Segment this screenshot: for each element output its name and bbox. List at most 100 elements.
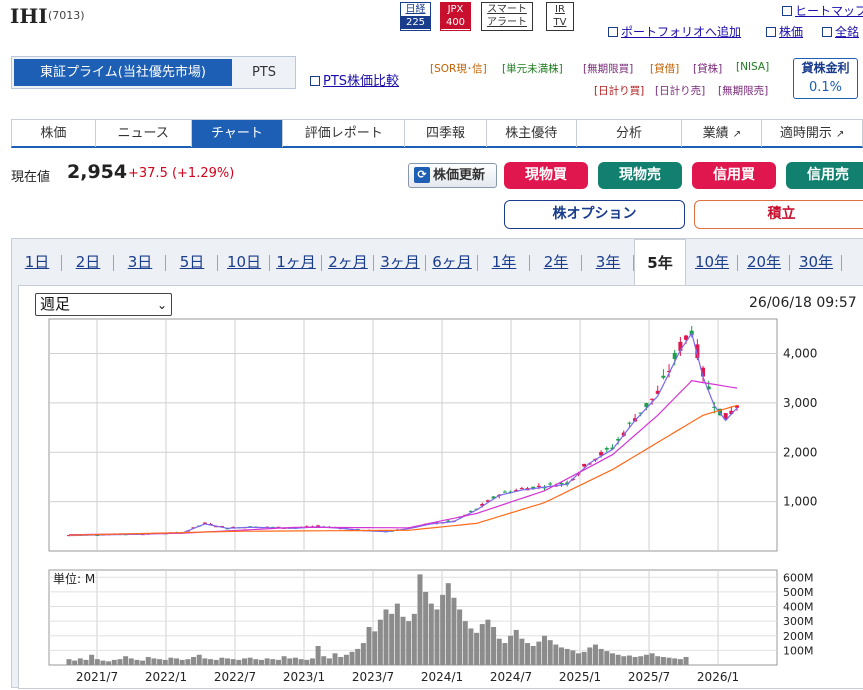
window-icon — [766, 27, 776, 37]
volume-bar — [609, 653, 615, 665]
volume-bar — [530, 646, 536, 665]
volume-bar — [508, 635, 514, 665]
market-tab-prime[interactable]: 東証プライム(当社優先市場) — [14, 59, 232, 86]
badge-nikkei-bottom: 225 — [401, 16, 430, 29]
tsumitate-button[interactable]: 積立 — [694, 200, 863, 229]
market-tab-pts[interactable]: PTS — [234, 59, 294, 86]
margin-buy-button[interactable]: 信用買 — [692, 162, 776, 189]
jpx400-badge[interactable]: JPX 400 — [440, 2, 471, 31]
pts-compare-label: PTS株価比較 — [323, 74, 400, 89]
volume-bar — [666, 657, 672, 665]
refresh-price-button[interactable]: ⟳ 株価更新 — [408, 163, 497, 188]
nav-tab-analysis[interactable]: 分析 — [577, 120, 683, 147]
volume-bar — [638, 656, 644, 665]
volume-bar — [428, 603, 434, 665]
stock-chart: 2021/7 2022/1 2022/7 2023/1 2023/7 2024/1 2024… — [48, 318, 817, 684]
volume-bar — [649, 653, 655, 665]
volume-bar — [383, 609, 389, 665]
period-tab-1[interactable]: 2日 — [62, 239, 114, 283]
lending-rate-value: 0.1% — [808, 80, 843, 95]
nikkei225-badge[interactable]: 日経 225 — [400, 2, 431, 31]
period-tab-12[interactable]: 5年 — [634, 239, 686, 285]
volume-bar — [536, 641, 542, 665]
pts-compare-link[interactable]: PTS株価比較 — [310, 70, 399, 89]
tag-tangen: [単元未満株] — [502, 63, 563, 75]
chart-area: 週足 ⌄ 26/06/18 09:57 2021/7 2022/1 2022/7 202… — [18, 285, 863, 689]
price-change: +37.5 (+1.29%) — [128, 166, 235, 181]
volume-bar — [298, 659, 304, 665]
volume-bar — [247, 657, 253, 665]
volume-bar — [174, 658, 180, 665]
period-tab-0[interactable]: 1日 — [12, 239, 62, 283]
period-tab-2[interactable]: 3日 — [114, 239, 166, 283]
nav-tab-report[interactable]: 評価レポート — [283, 120, 406, 147]
nav-tab-disclosure[interactable]: 適時開示 ↗ — [762, 120, 862, 147]
period-tab-14[interactable]: 20年 — [738, 239, 790, 283]
heatmap-link-label: ヒートマップ — [795, 4, 863, 18]
x-tick-label: 2025/7 — [628, 670, 670, 684]
volume-bar — [355, 648, 361, 665]
heatmap-link[interactable]: ヒートマップ — [782, 2, 863, 19]
stock-name: IHI — [10, 4, 48, 28]
nav-tab-yutai[interactable]: 株主優待 — [487, 120, 577, 147]
volume-bar — [315, 646, 321, 665]
volume-bar — [496, 638, 502, 665]
volume-bar — [553, 644, 559, 665]
period-tab-8[interactable]: 6ヶ月 — [426, 239, 478, 283]
period-tab-4[interactable]: 10日 — [218, 239, 270, 283]
ir-tv-badge[interactable]: IR TV — [546, 2, 574, 31]
volume-bar — [287, 658, 293, 665]
volume-tick-label: 300M — [783, 615, 814, 628]
period-tab-10[interactable]: 2年 — [530, 239, 582, 283]
period-tab-6[interactable]: 2ヶ月 — [322, 239, 374, 283]
period-tab-3[interactable]: 5日 — [166, 239, 218, 283]
period-tab-5[interactable]: 1ヶ月 — [270, 239, 322, 283]
portfolio-add-link[interactable]: ポートフォリオへ追加 — [608, 23, 741, 40]
volume-bar — [292, 657, 298, 665]
volume-bar — [321, 656, 327, 665]
stock-option-button[interactable]: 株オプション — [504, 200, 685, 229]
volume-bar — [485, 619, 491, 665]
smart-alert-badge[interactable]: スマート アラート — [481, 2, 533, 31]
nav-tab-price[interactable]: 株価 — [12, 120, 96, 147]
volume-bar — [655, 656, 661, 665]
period-tab-9[interactable]: 1年 — [478, 239, 530, 283]
volume-bar — [360, 643, 366, 665]
lending-rate-box[interactable]: 貸株金利 0.1% — [793, 58, 858, 99]
volume-bar — [468, 628, 474, 665]
volume-bar — [621, 656, 627, 665]
stock-price-link[interactable]: 株価 — [766, 23, 803, 40]
volume-bar — [89, 654, 95, 665]
volume-tick-label: 600M — [783, 571, 814, 584]
nav-tab-results-label: 業績 — [702, 126, 729, 141]
nav-tab-shikiho[interactable]: 四季報 — [405, 120, 487, 147]
volume-bar — [400, 616, 406, 665]
volume-bar — [168, 657, 174, 665]
candle-body — [502, 491, 507, 493]
volume-bar — [196, 654, 202, 665]
period-tab-7[interactable]: 3ヶ月 — [374, 239, 426, 283]
nav-tab-news[interactable]: ニュース — [96, 120, 192, 147]
cash-sell-button[interactable]: 現物売 — [598, 162, 682, 189]
volume-bar — [281, 656, 287, 665]
all-stocks-link[interactable]: 全銘 — [822, 23, 859, 40]
volume-bar — [372, 631, 378, 665]
volume-bar — [191, 656, 197, 665]
volume-bar — [423, 591, 429, 665]
volume-bar — [338, 656, 344, 665]
volume-bar — [559, 647, 565, 665]
price-value: 2,954 — [67, 161, 128, 183]
nav-tab-results[interactable]: 業績 ↗ — [682, 120, 763, 147]
badge-nikkei-top: 日経 — [405, 4, 426, 15]
candle-body — [582, 463, 587, 467]
volume-bar — [128, 658, 134, 665]
period-tab-13[interactable]: 10年 — [686, 239, 738, 283]
volume-bar — [626, 655, 632, 665]
volume-bar — [117, 659, 123, 665]
period-tab-15[interactable]: 30年 — [790, 239, 842, 283]
cash-buy-button[interactable]: 現物買 — [504, 162, 588, 189]
nav-tab-chart[interactable]: チャート — [191, 120, 284, 147]
margin-sell-button[interactable]: 信用売 — [786, 162, 863, 189]
period-tab-11[interactable]: 3年 — [582, 239, 634, 283]
stock-price-link-label: 株価 — [779, 25, 804, 39]
